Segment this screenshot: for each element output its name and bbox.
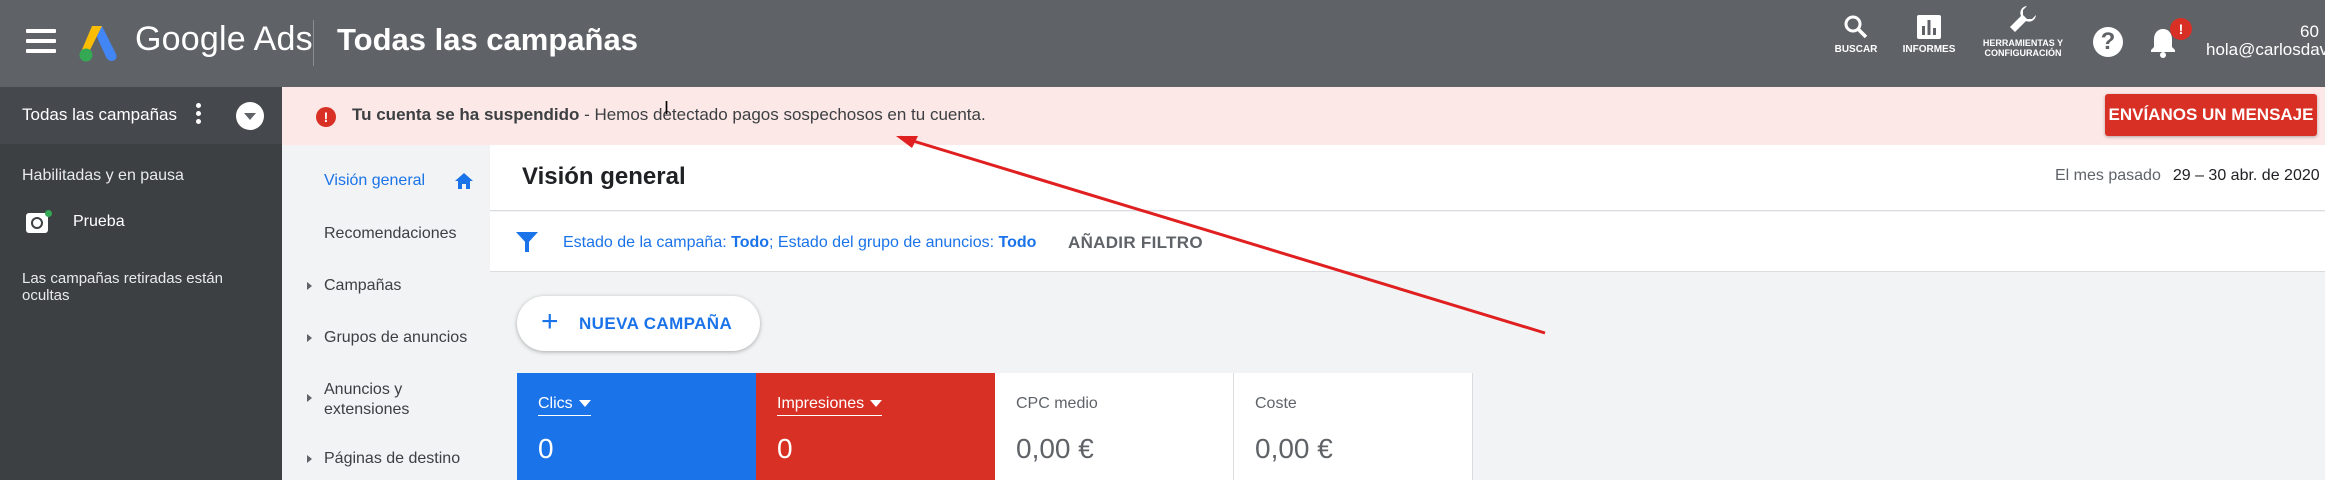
caret-right-icon [307,394,312,402]
nav-item-label: Páginas de destino [324,450,461,467]
metric-value: 0 [538,433,554,464]
top-bar: Google Ads Todas las campañas BUSCAR INF… [0,0,2325,87]
metric-value: 0,00 € [1255,433,1333,464]
filter-bar: Estado de la campaña: Todo; Estado del g… [490,212,2325,272]
metric-value: 0,00 € [1016,433,1094,464]
metric-impressions[interactable]: Impresiones 0 [756,373,995,480]
main-content: Visión general El mes pasado 29 – 30 abr.… [490,145,2325,480]
date-range-picker[interactable]: El mes pasado 29 – 30 abr. de 2020 [2055,167,2320,185]
adgroup-status-label: ; Estado del grupo de anuncios: [769,234,999,251]
tools-settings-label: HERRAMIENTAS Y CONFIGURACIÓN [1982,38,2064,58]
campaign-status-label: Estado de la campaña: [563,234,732,251]
metric-label[interactable]: Impresiones [777,395,883,416]
reports-tool-label: INFORMES [1902,44,1956,55]
add-filter-button[interactable]: AÑADIR FILTRO [1068,233,1203,253]
chevron-down-icon[interactable] [236,102,264,130]
metric-label: CPC medio [1016,395,1098,412]
search-tool[interactable]: BUSCAR [1834,14,1878,55]
search-tool-label: BUSCAR [1834,44,1878,55]
bar-chart-icon [1917,15,1941,39]
metric-clicks[interactable]: Clics 0 [517,373,756,480]
metric-avg-cpc[interactable]: CPC medio 0,00 € [995,373,1234,480]
sidebar-item-campaign[interactable]: Prueba [73,213,125,231]
error-icon: ! [316,107,336,127]
campaign-status-value: Todo [731,234,770,251]
metric-label[interactable]: Clics [538,395,591,416]
text-cursor-icon: I [664,98,670,118]
date-range-value: 29 – 30 abr. de 2020 [2172,167,2320,184]
home-icon [455,173,473,189]
divider [313,20,314,66]
account-email[interactable]: hola@carlosdavi [2206,40,2325,60]
new-campaign-label: NUEVA CAMPAÑA [579,314,733,333]
nav-item-label: Recomendaciones [324,225,457,242]
overview-title: Visión general [522,163,686,190]
caret-down-icon [870,400,883,408]
reports-tool[interactable]: INFORMES [1898,14,1960,55]
wrench-icon [2010,6,2036,32]
nav-item-label: Anuncios y extensiones [324,381,410,418]
alert-text: - Hemos detectado pagos sospechosos en t… [579,105,986,124]
account-number[interactable]: 60 [2300,22,2319,42]
more-options-icon[interactable] [192,103,204,127]
metric-cost[interactable]: Coste 0,00 € [1234,373,1473,480]
menu-icon[interactable] [26,29,56,57]
page-nav: Visión general Recomendaciones Campañas … [282,145,490,480]
suspension-alert: ! Tu cuenta se ha suspendido - Hemos det… [282,87,2325,145]
send-message-button[interactable]: ENVÍANOS UN MENSAJE [2105,94,2317,136]
date-range-label: El mes pasado [2055,167,2161,184]
metric-value: 0 [777,433,793,464]
sidebar-title[interactable]: Todas las campañas [22,105,177,125]
campaign-sidebar: Todas las campañas Habilitadas y en paus… [0,87,282,480]
tools-settings[interactable]: HERRAMIENTAS Y CONFIGURACIÓN [1978,4,2068,58]
nav-item-label: Grupos de anuncios [324,329,468,346]
search-campaign-icon [26,213,48,233]
google-ads-logo [79,26,117,62]
page-title: Todas las campañas [337,22,638,57]
overview-header: Visión general El mes pasado 29 – 30 abr.… [490,145,2325,211]
help-icon[interactable]: ? [2093,27,2123,57]
brand-name: Google Ads [135,20,313,58]
alert-title: Tu cuenta se ha suspendido [352,105,580,124]
sidebar-header: Todas las campañas [0,87,282,144]
active-filters[interactable]: Estado de la campaña: Todo; Estado del g… [563,234,1036,252]
adgroup-status-value: Todo [998,234,1037,251]
hidden-campaigns-note: Las campañas retiradas están ocultas [22,270,223,304]
caret-right-icon [307,282,312,290]
new-campaign-button[interactable]: + NUEVA CAMPAÑA [517,296,760,351]
caret-right-icon [307,334,312,342]
status-dot [45,210,52,217]
metric-label: Coste [1255,395,1297,412]
sidebar-section-label: Habilitadas y en pausa [22,167,184,184]
nav-item-label: Campañas [324,277,402,294]
caret-down-icon [578,400,591,408]
search-icon [1844,15,1868,39]
filter-icon-stem [525,242,529,252]
notification-badge: ! [2170,18,2192,40]
plus-icon: + [541,305,559,338]
nav-item-label: Visión general [324,172,426,189]
caret-right-icon [307,455,312,463]
